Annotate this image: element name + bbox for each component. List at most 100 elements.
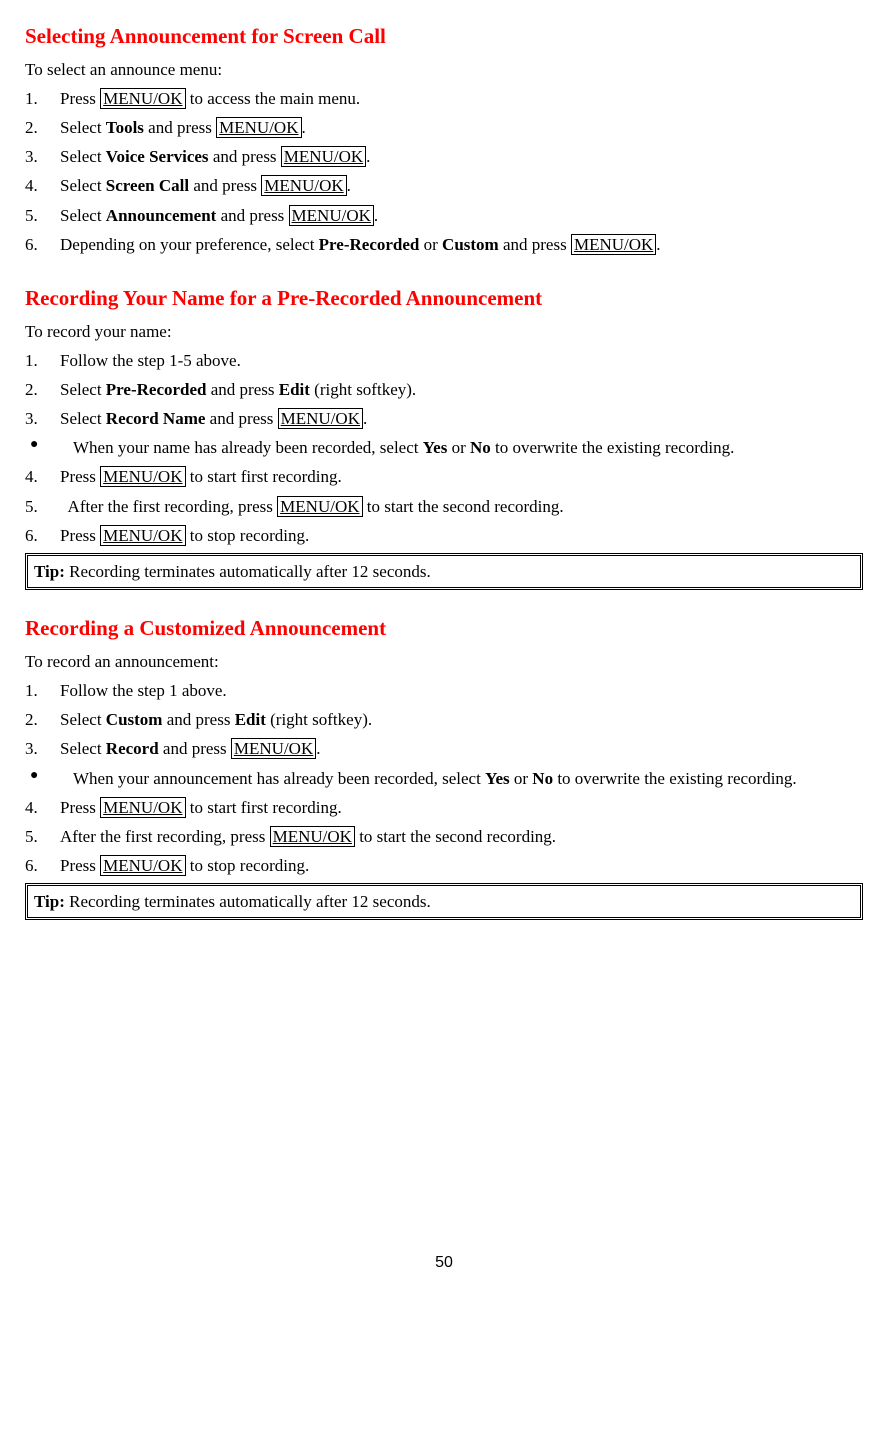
section-heading: Recording a Customized Announcement — [25, 612, 863, 646]
step: 3. Select Voice Services and press MENU/… — [25, 143, 863, 170]
text: to stop recording. — [186, 856, 310, 875]
keycap: MENU/OK — [231, 738, 316, 759]
section-heading: Selecting Announcement for Screen Call — [25, 20, 863, 54]
step: 2. Select Custom and press Edit (right s… — [25, 706, 863, 733]
step-text: Select Record Name and press MENU/OK. — [60, 405, 863, 432]
tip-box: Tip: Recording terminates automatically … — [25, 553, 863, 590]
keycap: MENU/OK — [100, 855, 185, 876]
step-number: 2. — [25, 376, 60, 403]
step-number: 3. — [25, 405, 60, 432]
text: . — [347, 176, 351, 195]
text: to start first recording. — [186, 467, 342, 486]
text: . — [366, 147, 370, 166]
bold-term: Custom — [442, 235, 499, 254]
step: 1. Press MENU/OK to access the main menu… — [25, 85, 863, 112]
step: 5. Select Announcement and press MENU/OK… — [25, 202, 863, 229]
text: and press — [209, 147, 281, 166]
step-number: 2. — [25, 114, 60, 141]
bold-term: Edit — [235, 710, 266, 729]
keycap: MENU/OK — [100, 466, 185, 487]
keycap: MENU/OK — [281, 146, 366, 167]
bold-term: Yes — [485, 769, 510, 788]
text: . — [374, 206, 378, 225]
text: Depending on your preference, select — [60, 235, 319, 254]
step: 3. Select Record and press MENU/OK. — [25, 735, 863, 762]
bold-term: Edit — [279, 380, 310, 399]
bold-term: Pre-Recorded — [319, 235, 420, 254]
text: to stop recording. — [186, 526, 310, 545]
text: and press — [162, 710, 234, 729]
step-number: 2. — [25, 706, 60, 733]
bold-term: Voice Services — [106, 147, 209, 166]
step: 4. Press MENU/OK to start first recordin… — [25, 463, 863, 490]
step-list: 1. Press MENU/OK to access the main menu… — [25, 85, 863, 258]
step-list: 1. Follow the step 1 above. 2. Select Cu… — [25, 677, 863, 879]
text: . — [363, 409, 367, 428]
text: Select — [60, 710, 106, 729]
step-text: Select Custom and press Edit (right soft… — [60, 706, 863, 733]
keycap: MENU/OK — [278, 408, 363, 429]
text: . — [656, 235, 660, 254]
bullet-item: ● When your name has already been record… — [25, 434, 863, 461]
text: to start the second recording. — [355, 827, 556, 846]
step-text: Select Pre-Recorded and press Edit (righ… — [60, 376, 863, 403]
bold-term: Tools — [106, 118, 144, 137]
bold-term: Custom — [106, 710, 163, 729]
step-text: Press MENU/OK to stop recording. — [60, 852, 863, 879]
step-number: 6. — [25, 852, 60, 879]
text: Select — [60, 739, 106, 758]
tip-text: Recording terminates automatically after… — [65, 562, 431, 581]
text: and press — [205, 409, 277, 428]
text: Press — [60, 89, 100, 108]
text: and press — [159, 739, 231, 758]
tip-box: Tip: Recording terminates automatically … — [25, 883, 863, 920]
text: to overwrite the existing recording. — [553, 769, 797, 788]
bold-term: No — [532, 769, 553, 788]
bold-term: No — [470, 438, 491, 457]
step-text: Press MENU/OK to stop recording. — [60, 522, 863, 549]
step: 4. Press MENU/OK to start first recordin… — [25, 794, 863, 821]
text: and press — [216, 206, 288, 225]
step: 6. Press MENU/OK to stop recording. — [25, 852, 863, 879]
bold-term: Record Name — [106, 409, 206, 428]
step-text: After the first recording, press MENU/OK… — [60, 823, 863, 850]
step-text: Press MENU/OK to start first recording. — [60, 794, 863, 821]
step-text: Follow the step 1-5 above. — [60, 347, 863, 374]
step-text: Select Record and press MENU/OK. — [60, 735, 863, 762]
bold-term: Pre-Recorded — [106, 380, 207, 399]
text: . — [302, 118, 306, 137]
text: . — [316, 739, 320, 758]
keycap: MENU/OK — [100, 797, 185, 818]
text: Select — [60, 206, 106, 225]
section-intro: To record an announcement: — [25, 648, 863, 675]
step-number: 5. — [25, 823, 60, 850]
bullet-icon: ● — [25, 765, 65, 792]
step: 1. Follow the step 1 above. — [25, 677, 863, 704]
section-heading: Recording Your Name for a Pre-Recorded A… — [25, 282, 863, 316]
step: 5. After the first recording, press MENU… — [25, 823, 863, 850]
bold-term: Yes — [423, 438, 448, 457]
step: 2. Select Pre-Recorded and press Edit (r… — [25, 376, 863, 403]
step: 6. Depending on your preference, select … — [25, 231, 863, 258]
text: to start first recording. — [186, 798, 342, 817]
page-number: 50 — [25, 1250, 863, 1276]
step-number: 5. — [25, 202, 60, 229]
text: and press — [144, 118, 216, 137]
text: Select — [60, 409, 106, 428]
step-text: Select Voice Services and press MENU/OK. — [60, 143, 863, 170]
keycap: MENU/OK — [270, 826, 355, 847]
keycap: MENU/OK — [216, 117, 301, 138]
keycap: MENU/OK — [277, 496, 362, 517]
step-number: 1. — [25, 85, 60, 112]
step: 4. Select Screen Call and press MENU/OK. — [25, 172, 863, 199]
text: to start the second recording. — [363, 497, 564, 516]
bullet-text: When your name has already been recorded… — [65, 434, 863, 461]
text: or — [447, 438, 470, 457]
keycap: MENU/OK — [100, 525, 185, 546]
step-text: Press MENU/OK to access the main menu. — [60, 85, 863, 112]
text: After the first recording, press — [60, 497, 277, 516]
text: or — [510, 769, 533, 788]
bold-term: Screen Call — [106, 176, 189, 195]
text: and press — [207, 380, 279, 399]
text: After the first recording, press — [60, 827, 270, 846]
